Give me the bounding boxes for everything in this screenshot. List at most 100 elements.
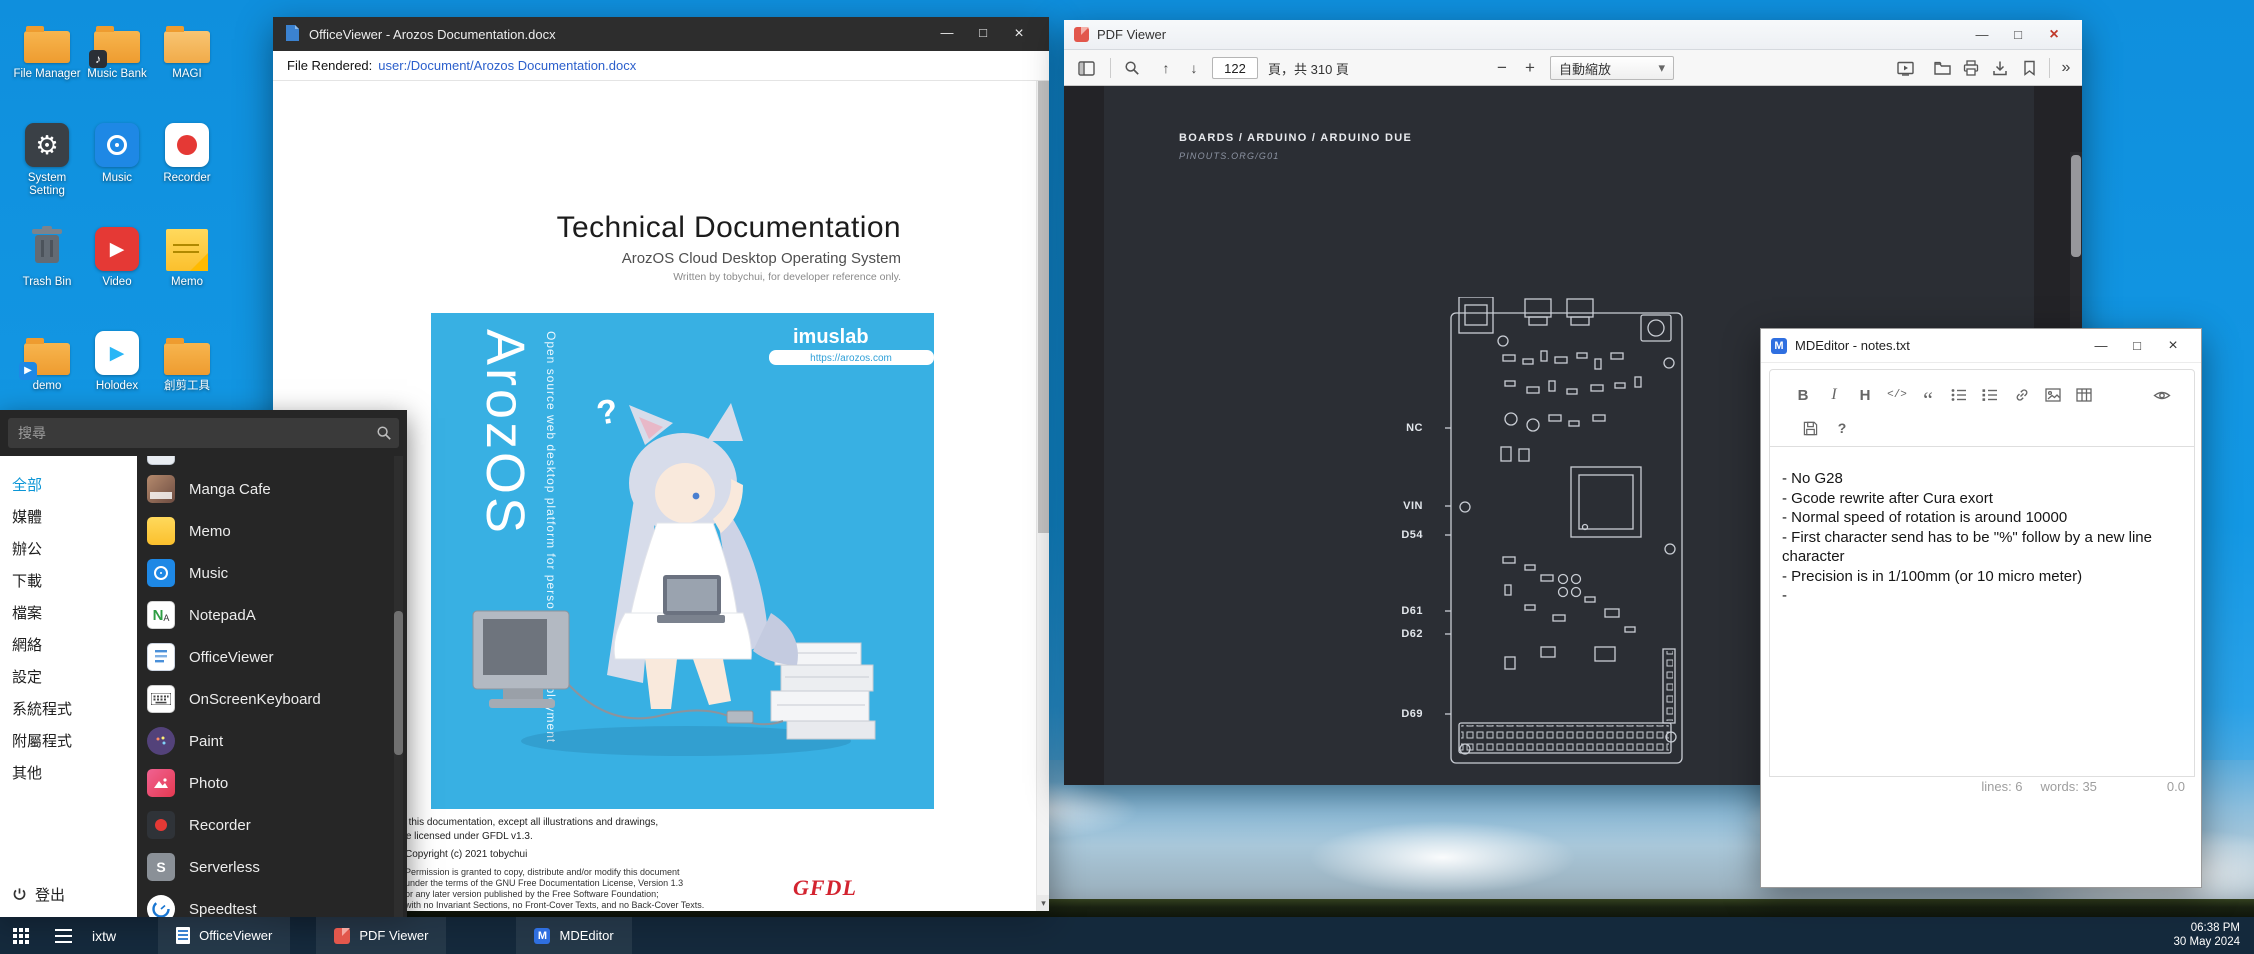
app-item-officeviewer[interactable]: OfficeViewer: [147, 636, 274, 678]
minimize-button[interactable]: —: [2083, 329, 2119, 363]
quote-button[interactable]: “: [1915, 382, 1941, 408]
mdeditor-titlebar[interactable]: M MDEditor - notes.txt — □ ×: [1761, 329, 2201, 363]
presentation-mode-button[interactable]: [1891, 54, 1919, 82]
desktop-icon-editor-folder[interactable]: 創剪工具: [152, 326, 222, 393]
zoom-in-button[interactable]: +: [1516, 54, 1544, 82]
zoom-select[interactable]: 自動縮放 ▾: [1550, 56, 1674, 80]
ime-indicator[interactable]: ixtw: [92, 928, 116, 944]
clock[interactable]: 06:38 PM 30 May 2024: [2174, 922, 2254, 949]
app-item-onscreenkeyboard[interactable]: OnScreenKeyboard: [147, 678, 321, 720]
search-input[interactable]: [8, 418, 399, 448]
minimize-button[interactable]: —: [929, 25, 965, 40]
app-item-memo[interactable]: Memo: [147, 510, 231, 552]
folder-icon: [164, 343, 210, 375]
editor-line: - Precision is in 1/100mm (or 10 micro m…: [1782, 567, 2182, 587]
maximize-button[interactable]: □: [2000, 20, 2036, 50]
help-button[interactable]: ?: [1829, 415, 1855, 441]
search-icon[interactable]: [1118, 54, 1146, 82]
numbered-list-button[interactable]: [1977, 382, 2003, 408]
preview-eye-button[interactable]: [2149, 382, 2175, 408]
category-all[interactable]: 全部: [12, 474, 42, 495]
taskbar-item-officeviewer[interactable]: OfficeViewer: [158, 917, 290, 954]
image-button[interactable]: [2040, 382, 2066, 408]
editor-line: - No G28: [1782, 469, 2182, 489]
category-network[interactable]: 網絡: [12, 634, 42, 655]
file-rendered-bar: File Rendered: user:/Document/Arozos Doc…: [273, 51, 1049, 81]
scroll-down-button[interactable]: ▾: [1037, 895, 1049, 911]
category-media[interactable]: 媒體: [12, 506, 42, 527]
desktop-icon-trash-bin[interactable]: Trash Bin: [12, 222, 82, 289]
menu-button[interactable]: [42, 917, 84, 954]
minimize-button[interactable]: —: [1964, 20, 2000, 50]
manga-cafe-icon: [147, 475, 175, 503]
close-button[interactable]: ×: [2155, 329, 2191, 363]
logout-button[interactable]: 登出: [12, 884, 65, 905]
print-button[interactable]: [1957, 54, 1985, 82]
app-item-music[interactable]: Music: [147, 552, 228, 594]
category-office[interactable]: 辦公: [12, 538, 42, 559]
close-button[interactable]: ×: [2036, 20, 2072, 50]
category-system[interactable]: 系統程式: [12, 698, 72, 719]
category-download[interactable]: 下載: [12, 570, 42, 591]
download-button[interactable]: [1986, 54, 2014, 82]
next-page-button[interactable]: ↓: [1180, 54, 1208, 82]
app-item-paint[interactable]: Paint: [147, 720, 223, 762]
officeviewer-titlebar[interactable]: OfficeViewer - Arozos Documentation.docx…: [273, 17, 1049, 51]
officeviewer-icon: [147, 643, 175, 671]
desktop-icon-music-bank[interactable]: ♪ Music Bank: [82, 14, 152, 81]
desktop-icon-holodex[interactable]: ▶ Holodex: [82, 326, 152, 393]
app-item-serverless[interactable]: S Serverless: [147, 846, 260, 888]
heading-button[interactable]: H: [1852, 382, 1878, 408]
pdfviewer-titlebar[interactable]: PDF Viewer — □ ×: [1064, 20, 2082, 50]
save-button[interactable]: [1797, 415, 1823, 441]
category-files[interactable]: 檔案: [12, 602, 42, 623]
app-item-speedtest[interactable]: Speedtest: [147, 888, 257, 917]
app-item-photo[interactable]: Photo: [147, 762, 228, 804]
desktop-icon-video[interactable]: ▶ Video: [82, 222, 152, 289]
desktop-icon-music[interactable]: Music: [82, 118, 152, 185]
link-button[interactable]: [2009, 382, 2035, 408]
app-item-recorder[interactable]: Recorder: [147, 804, 251, 846]
app-grid-button[interactable]: [0, 917, 42, 954]
scrollbar-thumb[interactable]: [1038, 81, 1049, 533]
scrollbar-thumb[interactable]: [2071, 155, 2081, 257]
desktop-icon-file-manager[interactable]: File Manager: [12, 14, 82, 81]
chevron-down-icon: ▾: [1658, 60, 1665, 76]
category-accessories[interactable]: 附屬程式: [12, 730, 72, 751]
scrollbar-thumb[interactable]: [394, 611, 403, 755]
more-tools-button[interactable]: »: [2052, 54, 2080, 82]
file-path-link[interactable]: user:/Document/Arozos Documentation.docx: [378, 58, 636, 73]
officeviewer-scrollbar[interactable]: ▾: [1036, 81, 1049, 911]
category-settings[interactable]: 設定: [12, 666, 42, 687]
taskbar-item-pdfviewer[interactable]: PDF Viewer: [316, 917, 446, 954]
desktop-icon-system-setting[interactable]: ⚙ System Setting: [12, 118, 82, 198]
app-item-notepada[interactable]: NA NotepadA: [147, 594, 256, 636]
mdeditor-window: M MDEditor - notes.txt — □ × B I H </> “: [1760, 328, 2202, 888]
holodex-icon: ▶: [95, 331, 139, 375]
open-file-button[interactable]: [1928, 54, 1956, 82]
desktop-icon-memo[interactable]: Memo: [152, 222, 222, 289]
app-item-manga-cafe[interactable]: Manga Cafe: [147, 468, 271, 510]
previous-page-button[interactable]: ↑: [1152, 54, 1180, 82]
folder-icon: [164, 31, 210, 63]
table-button[interactable]: [2071, 382, 2097, 408]
bookmark-button[interactable]: [2015, 54, 2043, 82]
gfdl-paragraph-line: Permission is granted to copy, distribut…: [405, 867, 679, 877]
bold-button[interactable]: B: [1790, 382, 1816, 408]
desktop-icon-recorder[interactable]: Recorder: [152, 118, 222, 185]
desktop-icon-demo[interactable]: ▶ demo: [12, 326, 82, 393]
taskbar-item-mdeditor[interactable]: M MDEditor: [516, 917, 631, 954]
zoom-out-button[interactable]: −: [1488, 54, 1516, 82]
page-number-input[interactable]: [1212, 57, 1258, 79]
app-list-scrollbar[interactable]: [394, 456, 403, 917]
italic-button[interactable]: I: [1821, 382, 1847, 408]
bullet-list-button[interactable]: [1946, 382, 1972, 408]
desktop-icon-magi[interactable]: MAGI: [152, 14, 222, 81]
close-button[interactable]: ×: [1001, 25, 1037, 43]
maximize-button[interactable]: □: [2119, 329, 2155, 363]
category-others[interactable]: 其他: [12, 762, 42, 783]
markdown-editor[interactable]: - No G28 - Gcode rewrite after Cura exor…: [1769, 447, 2195, 777]
maximize-button[interactable]: □: [965, 25, 1001, 40]
sidebar-toggle-button[interactable]: [1072, 54, 1100, 82]
code-button[interactable]: </>: [1884, 382, 1910, 408]
